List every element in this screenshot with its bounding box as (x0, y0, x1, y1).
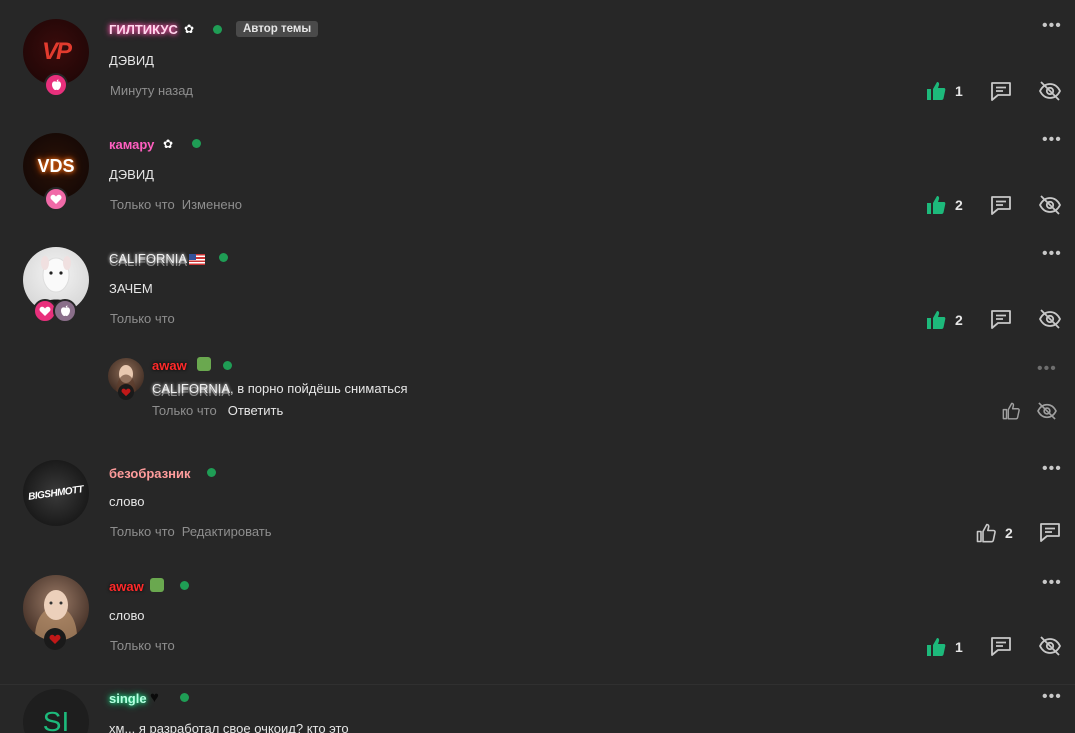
comment-meta: Только что Редактировать (110, 524, 272, 539)
thumbs-up-icon (926, 310, 946, 330)
comment-time: Только что (110, 197, 175, 212)
online-indicator (192, 139, 201, 148)
pepe-icon (197, 357, 211, 371)
comment-time: Только что (110, 638, 175, 653)
comment-text: слово (109, 608, 145, 623)
username[interactable]: ГИЛТИКУС (109, 22, 178, 37)
heart-badge-icon (44, 187, 68, 211)
username[interactable]: CALIFORNIA (109, 251, 187, 266)
mention[interactable]: CALIFORNIA (152, 381, 230, 396)
online-indicator (180, 581, 189, 590)
hide-eye-icon[interactable] (1038, 309, 1062, 329)
reply-icon[interactable] (1039, 522, 1061, 542)
hello-kitty-icon: ✿ (184, 22, 195, 36)
comment-meta: Только что Ответить (152, 403, 283, 418)
comment-meta: Только что Изменено (110, 197, 242, 212)
hide-eye-icon[interactable] (1038, 81, 1062, 101)
like-button[interactable]: 1 (926, 81, 963, 101)
edit-link[interactable]: Редактировать (182, 524, 272, 539)
reply-icon[interactable] (990, 195, 1012, 215)
more-options-icon[interactable]: ••• (1042, 246, 1062, 262)
like-button[interactable]: 2 (926, 310, 963, 330)
comment: awaw слово Только что ••• 1 (0, 556, 1075, 670)
comment: CALIFORNIA ЗАЧЕМ Только что ••• 2 (0, 228, 1075, 343)
username[interactable]: безобразник (109, 466, 191, 481)
more-options-icon[interactable]: ••• (1042, 461, 1062, 477)
comment-time: Минуту назад (110, 83, 194, 98)
like-count: 1 (955, 83, 963, 99)
username[interactable]: awaw (152, 358, 187, 373)
thumbs-up-icon[interactable] (1002, 402, 1020, 420)
reply-link[interactable]: Ответить (228, 403, 284, 418)
like-count: 1 (955, 639, 963, 655)
avatar-logo: BIGSHMOTT (27, 483, 85, 503)
black-heart-icon: ♥ (150, 689, 159, 706)
thumbs-up-icon (976, 523, 996, 543)
username[interactable]: single (109, 691, 147, 706)
pepe-icon (150, 578, 164, 592)
hello-kitty-icon: ✿ (163, 137, 174, 151)
user-badges (33, 299, 77, 323)
more-options-icon[interactable]: ••• (1042, 18, 1062, 34)
comment-text: ЗАЧЕМ (109, 281, 153, 296)
apple-badge-icon (53, 299, 77, 323)
edited-label: Изменено (181, 197, 243, 212)
reply-icon[interactable] (990, 309, 1012, 329)
like-button[interactable]: 1 (926, 637, 963, 657)
avatar-logo: VP (41, 38, 72, 65)
like-count: 2 (1005, 525, 1013, 541)
like-button[interactable]: 2 (976, 523, 1013, 543)
divider (0, 684, 1075, 685)
more-options-icon[interactable]: ••• (1042, 132, 1062, 148)
comment-time: Только что (110, 524, 175, 539)
comment-text: слово (109, 494, 145, 509)
more-options-icon[interactable]: ••• (1037, 361, 1057, 377)
comment-text: хм... я разработал свое очкоид? кто это (109, 721, 349, 733)
heart-badge-icon (44, 628, 66, 650)
more-options-icon[interactable]: ••• (1042, 575, 1062, 591)
thumbs-up-icon (926, 195, 946, 215)
like-button[interactable]: 2 (926, 195, 963, 215)
comment-time: Только что (110, 311, 175, 326)
comment-time: Только что (152, 403, 217, 418)
online-indicator (180, 693, 189, 702)
comment-text: ДЭВИД (109, 53, 154, 68)
comment: VP ГИЛТИКУС ✿ Автор темы ДЭВИД Минуту на… (0, 0, 1075, 115)
online-indicator (207, 468, 216, 477)
reply-body: , в порно пойдёшь сниматься (230, 381, 408, 396)
comment-text: CALIFORNIA, в порно пойдёшь сниматься (152, 381, 408, 396)
avatar-initials: SI (42, 706, 70, 733)
user-badges (44, 187, 68, 211)
reply-icon[interactable] (990, 81, 1012, 101)
hide-eye-icon[interactable] (1036, 402, 1058, 420)
us-flag-icon (189, 254, 205, 265)
reply-comment: awaw CALIFORNIA, в порно пойдёшь снимать… (0, 343, 1075, 443)
more-options-icon[interactable]: ••• (1042, 689, 1062, 705)
avatar[interactable]: BIGSHMOTT (23, 460, 89, 526)
username[interactable]: awaw (109, 579, 144, 594)
comment: BIGSHMOTT безобразник слово Только что Ре… (0, 442, 1075, 556)
user-badges (44, 73, 68, 97)
thumbs-up-icon (926, 81, 946, 101)
hide-eye-icon[interactable] (1038, 195, 1062, 215)
apple-badge-icon (44, 73, 68, 97)
hide-eye-icon[interactable] (1038, 636, 1062, 656)
avatar-logo: VDS (37, 155, 75, 176)
thumbs-up-icon (926, 637, 946, 657)
online-indicator (219, 253, 228, 262)
author-badge: Автор темы (236, 21, 319, 37)
username[interactable]: камару (109, 137, 154, 152)
online-indicator (223, 361, 232, 370)
comment: VDS камару ✿ ДЭВИД Только что Изменено ••… (0, 114, 1075, 228)
comment: SI single ♥ хм... я разработал свое очко… (0, 670, 1075, 733)
like-count: 2 (955, 312, 963, 328)
reply-icon[interactable] (990, 636, 1012, 656)
like-count: 2 (955, 197, 963, 213)
online-indicator (213, 25, 222, 34)
heart-badge-icon (118, 384, 134, 400)
avatar[interactable]: SI (23, 689, 89, 733)
comment-text: ДЭВИД (109, 167, 154, 182)
